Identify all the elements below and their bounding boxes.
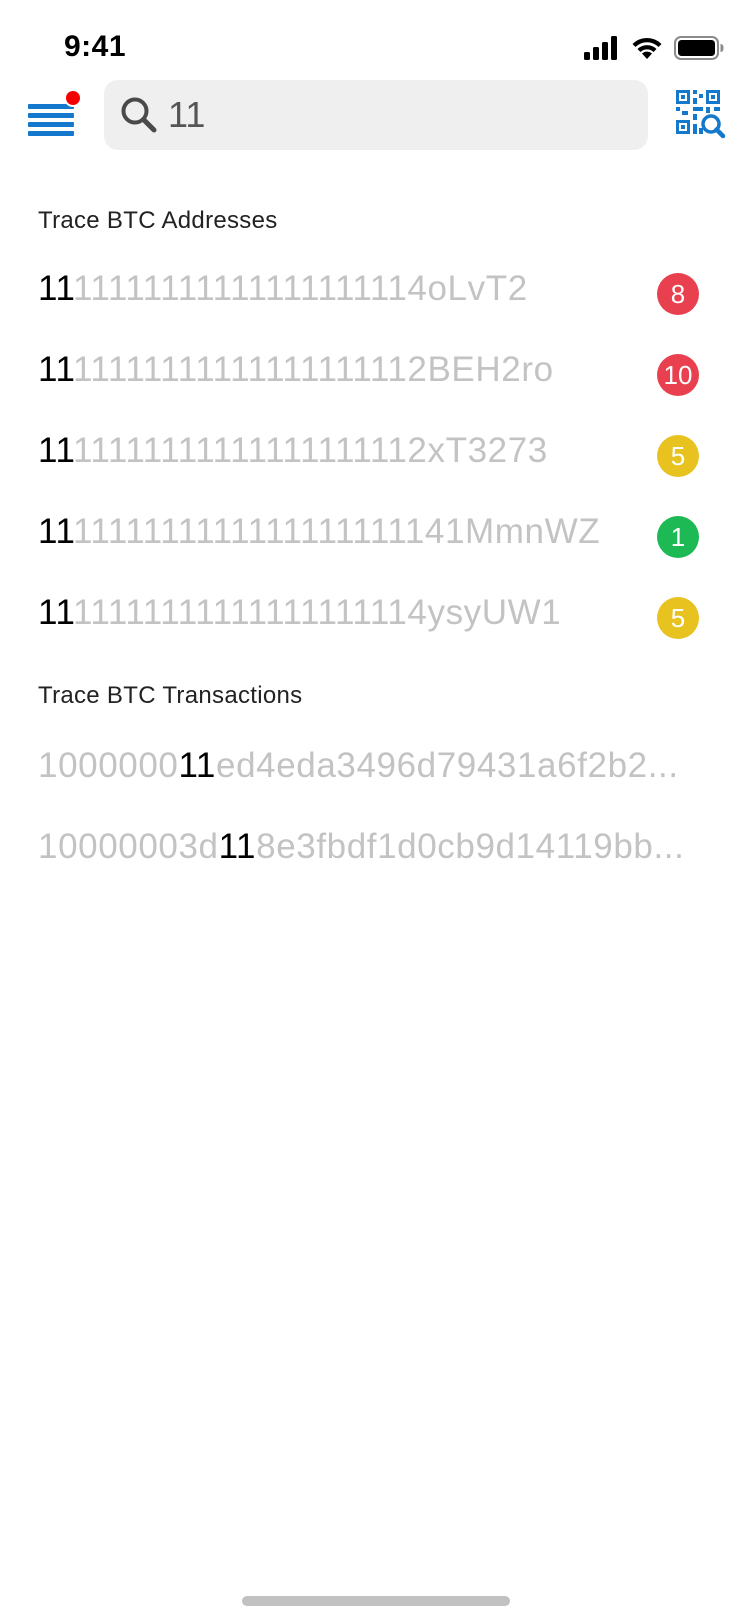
address-text: 111111111111111111111141MmnWZ	[38, 512, 600, 552]
match-text: 11	[178, 746, 217, 785]
address-row[interactable]: 1111111111111111111114ysyUW1 5	[0, 577, 750, 657]
count-badge: 5	[657, 435, 699, 477]
address-suffix: 11111111111111111112xT3273	[72, 431, 548, 470]
address-text: 1111111111111111111112xT3273	[38, 431, 548, 471]
address-suffix: 11111111111111111114oLvT2	[72, 269, 528, 308]
transaction-text: 100000011ed4eda3496d79431a6f2b2...	[38, 746, 722, 786]
search-icon	[121, 97, 157, 133]
transactions-section-title: Trace BTC Transactions	[38, 682, 303, 709]
address-suffix: 11111111111111111114ysyUW1	[72, 593, 562, 632]
count-badge: 8	[657, 273, 699, 315]
menu-line	[28, 131, 74, 136]
transaction-text: 10000003d118e3fbdf1d0cb9d14119bb...	[38, 827, 722, 867]
transaction-prefix: 10000003d	[38, 827, 219, 866]
signal-icon	[584, 36, 617, 60]
address-row[interactable]: 1111111111111111111112xT3273 5	[0, 415, 750, 495]
address-row[interactable]: 111111111111111111111141MmnWZ 1	[0, 496, 750, 576]
address-text: 1111111111111111111114oLvT2	[38, 269, 528, 309]
match-text: 11	[38, 512, 73, 551]
addresses-section-title: Trace BTC Addresses	[38, 207, 278, 234]
home-indicator[interactable]	[242, 1596, 510, 1606]
transaction-row[interactable]: 10000003d118e3fbdf1d0cb9d14119bb...	[0, 811, 750, 891]
status-icons	[584, 36, 724, 60]
menu-button[interactable]	[28, 89, 82, 140]
address-text: 1111111111111111111112BEH2ro	[38, 350, 554, 390]
match-text: 11	[38, 593, 73, 632]
transaction-row[interactable]: 100000011ed4eda3496d79431a6f2b2...	[0, 730, 750, 810]
menu-line	[28, 122, 74, 127]
wifi-icon	[632, 37, 662, 59]
count-badge: 5	[657, 597, 699, 639]
notification-dot	[64, 89, 82, 107]
address-suffix: 1111111111111111111141MmnWZ	[72, 512, 601, 551]
qr-code-scan-icon[interactable]	[676, 90, 726, 140]
address-text: 1111111111111111111114ysyUW1	[38, 593, 561, 633]
search-input[interactable]	[168, 88, 628, 142]
match-text: 11	[218, 827, 257, 866]
status-time: 9:41	[64, 30, 127, 63]
address-row[interactable]: 1111111111111111111112BEH2ro 10	[0, 334, 750, 414]
match-text: 11	[38, 269, 73, 308]
address-row[interactable]: 1111111111111111111114oLvT2 8	[0, 253, 750, 333]
address-suffix: 11111111111111111112BEH2ro	[72, 350, 554, 389]
transaction-suffix: 8e3fbdf1d0cb9d14119bb...	[256, 827, 685, 866]
count-badge: 1	[657, 516, 699, 558]
match-text: 11	[38, 350, 73, 389]
status-bar: 9:41	[0, 0, 750, 90]
transaction-suffix: ed4eda3496d79431a6f2b2...	[216, 746, 679, 785]
search-header	[0, 80, 750, 152]
count-badge: 10	[657, 354, 699, 396]
battery-icon	[674, 36, 724, 60]
match-text: 11	[38, 431, 73, 470]
search-box[interactable]	[104, 80, 648, 150]
transaction-prefix: 1000000	[38, 746, 179, 785]
menu-line	[28, 113, 74, 118]
